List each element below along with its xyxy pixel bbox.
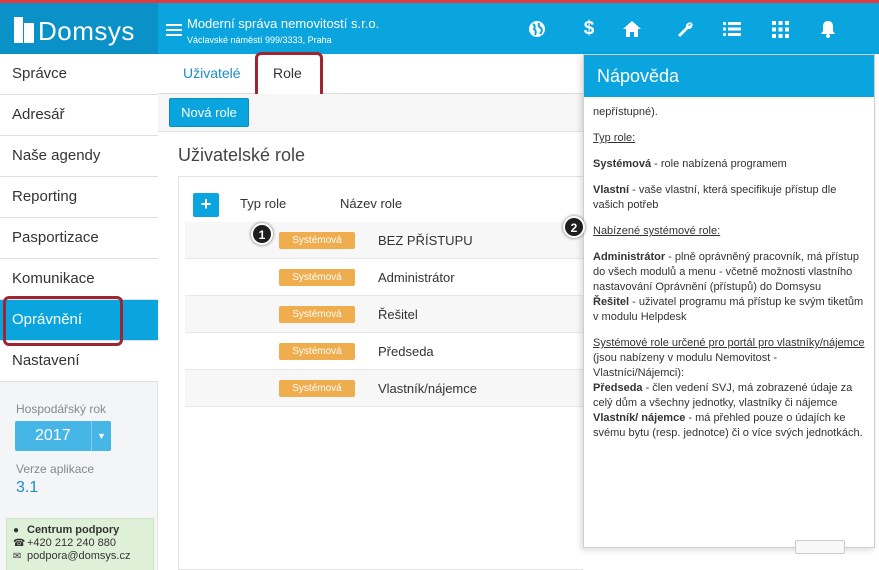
help-system-term: Systémová xyxy=(593,158,652,170)
role-type-badge: Systémová xyxy=(279,232,355,249)
phone-icon: ☎ xyxy=(13,537,26,549)
help-role-type-heading: Typ role: xyxy=(593,132,636,144)
help-solver-desc: - uživatel programu má přístup ke svým t… xyxy=(593,296,864,323)
role-name: Administrátor xyxy=(378,270,455,285)
help-chair-term: Předseda xyxy=(593,382,643,394)
callout-marker-2: 2 xyxy=(563,216,585,238)
table-row[interactable]: Systémová Předseda xyxy=(185,333,583,370)
help-own-term: Vlastní xyxy=(593,184,630,196)
info-icon: ● xyxy=(13,524,20,536)
callout-marker-1: 1 xyxy=(251,223,273,245)
globe-icon[interactable] xyxy=(525,18,549,40)
help-intro: nepřístupné). xyxy=(593,106,658,118)
list-icon[interactable] xyxy=(720,18,744,40)
sidebar-item-komunikace[interactable]: Komunikace xyxy=(0,259,158,300)
role-type-badge: Systémová xyxy=(279,306,355,323)
tab-bar: Uživatelé xyxy=(158,54,583,94)
help-title: Nápověda xyxy=(584,55,874,97)
help-owner-term: Vlastník/ nájemce xyxy=(593,412,686,424)
table-row[interactable]: Systémová Vlastník/nájemce xyxy=(185,370,583,407)
support-phone[interactable]: +420 212 240 880 xyxy=(27,537,116,549)
envelope-icon: ✉ xyxy=(13,550,22,562)
table-row[interactable]: Systémová BEZ PŘÍSTUPU xyxy=(185,222,583,259)
grid-icon[interactable] xyxy=(768,18,792,40)
company-name: Moderní správa nemovitostí s.r.o. xyxy=(187,16,380,31)
help-footer-button[interactable] xyxy=(795,540,845,554)
role-name: Předseda xyxy=(378,344,434,359)
company-address: Václavské náměstí 999/3333, Praha xyxy=(187,35,332,45)
role-name: Vlastník/nájemce xyxy=(378,381,477,396)
help-system-desc: - role nabízená programem xyxy=(651,158,787,170)
support-title: Centrum podpory xyxy=(27,524,120,536)
help-own-desc: - vaše vlastní, která specifikuje přístu… xyxy=(593,184,837,211)
table-row[interactable]: Systémová Řešitel xyxy=(185,296,583,333)
add-role-button[interactable]: + xyxy=(193,193,219,217)
version-value: 3.1 xyxy=(16,479,39,496)
fiscal-year-value: 2017 xyxy=(35,427,71,444)
column-header-name[interactable]: Název role xyxy=(340,196,402,211)
highlight-opravneni xyxy=(3,296,123,346)
role-type-badge: Systémová xyxy=(279,269,355,286)
top-bar: Domsys Moderní správa nemovitostí s.r.o.… xyxy=(0,0,879,54)
bell-icon[interactable] xyxy=(816,18,840,40)
help-panel: Nápověda nepřístupné). Typ role: Systémo… xyxy=(583,54,875,548)
support-email[interactable]: podpora@domsys.cz xyxy=(27,550,131,562)
column-header-type[interactable]: Typ role xyxy=(240,196,286,211)
dollar-icon[interactable]: $ xyxy=(577,18,601,40)
role-name: Řešitel xyxy=(378,307,418,322)
help-offered-heading: Nabízené systémové role: xyxy=(593,225,721,237)
logo-mark-icon xyxy=(14,13,34,43)
chevron-down-icon[interactable]: ▼ xyxy=(91,421,111,451)
fiscal-year-select[interactable]: 2017 ▼ xyxy=(15,421,111,451)
version-label: Verze aplikace xyxy=(16,462,95,476)
page-title: Uživatelské role xyxy=(178,145,306,165)
home-icon[interactable] xyxy=(620,18,644,40)
sidebar-item-reporting[interactable]: Reporting xyxy=(0,177,158,218)
role-type-badge: Systémová xyxy=(279,380,355,397)
help-content: nepřístupné). Typ role: Systémová - role… xyxy=(593,105,869,452)
brand-name: Domsys xyxy=(38,16,135,46)
role-name: BEZ PŘÍSTUPU xyxy=(378,233,473,248)
tab-role[interactable]: Role xyxy=(273,65,302,81)
role-type-badge: Systémová xyxy=(279,343,355,360)
sidebar-item-spravce[interactable]: Správce xyxy=(0,54,158,95)
help-portal-desc: (jsou nabízeny v modulu Nemovitost - Vla… xyxy=(593,352,778,379)
app-logo[interactable]: Domsys xyxy=(0,3,158,54)
tab-uzivatele[interactable]: Uživatelé xyxy=(183,65,241,81)
support-box: ● Centrum podpory ☎ +420 212 240 880 ✉ podp… xyxy=(6,518,154,570)
sidebar-item-pasportizace[interactable]: Pasportizace xyxy=(0,218,158,259)
wrench-icon[interactable] xyxy=(673,18,697,40)
fiscal-year-label: Hospodářský rok xyxy=(16,402,107,416)
help-solver-term: Řešitel xyxy=(593,296,630,308)
table-row[interactable]: Systémová Administrátor xyxy=(185,259,583,296)
help-admin-term: Administrátor xyxy=(593,251,666,263)
new-role-button[interactable]: Nová role xyxy=(169,98,249,127)
sidebar-item-nastaveni[interactable]: Nastavení xyxy=(0,341,158,382)
sidebar-item-nase-agendy[interactable]: Naše agendy xyxy=(0,136,158,177)
menu-toggle-icon[interactable] xyxy=(166,24,182,38)
help-portal-heading: Systémové role určené pro portál pro vla… xyxy=(593,337,865,349)
sidebar-item-adresar[interactable]: Adresář xyxy=(0,95,158,136)
